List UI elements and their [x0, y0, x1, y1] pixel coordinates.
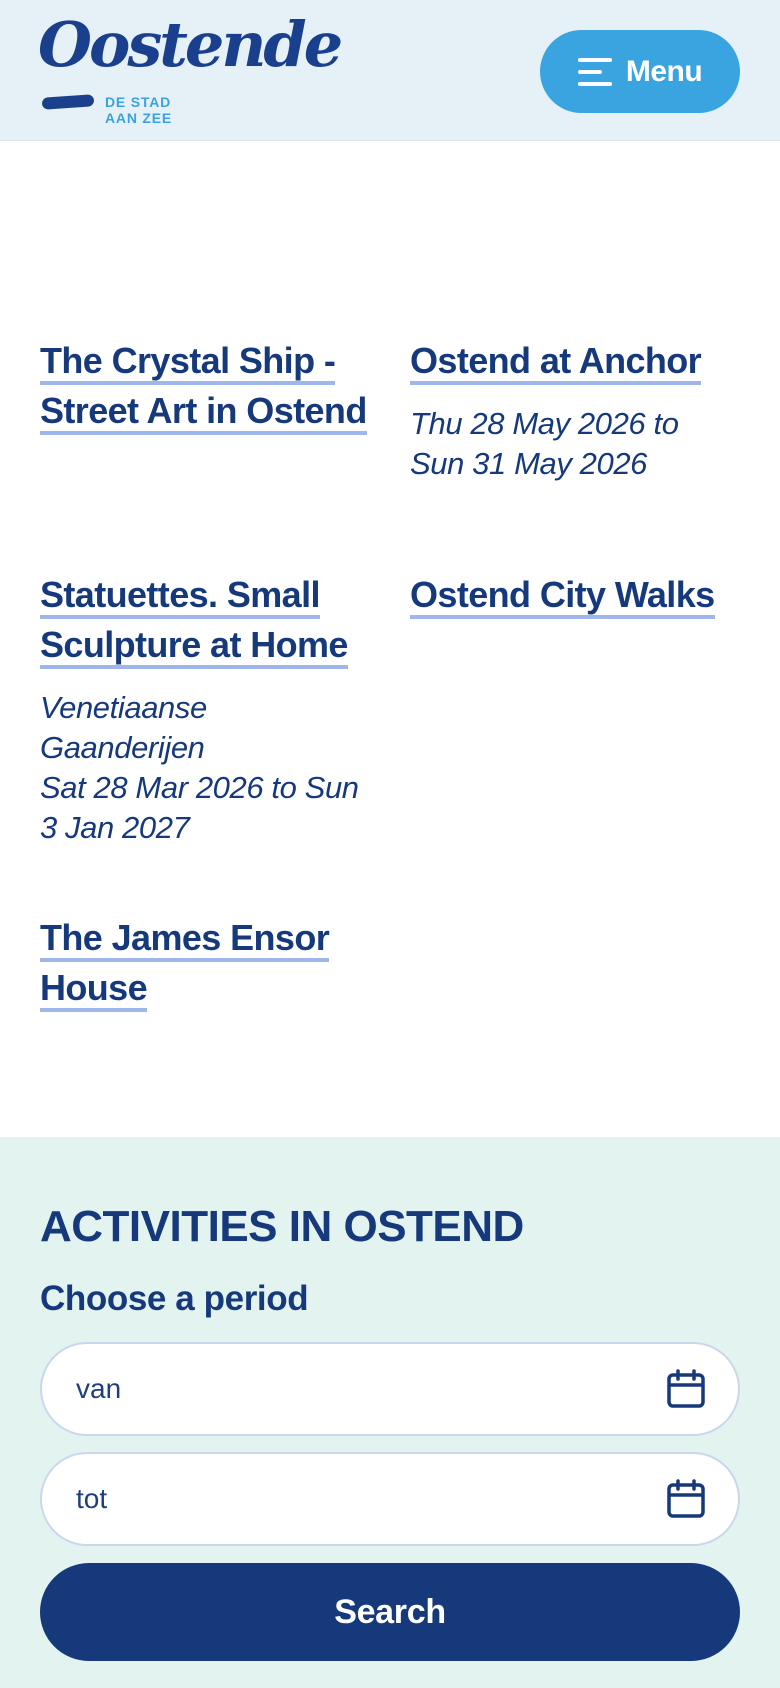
menu-button[interactable]: Menu — [540, 30, 740, 113]
event-card: Ostend at Anchor Thu 28 May 2026 to Sun … — [410, 336, 740, 484]
date-to-input[interactable] — [76, 1454, 636, 1544]
logo-tagline-line1: DE STAD — [105, 94, 172, 110]
event-card: Statuettes. Small Sculpture at Home Vene… — [40, 570, 370, 848]
search-button[interactable]: Search — [40, 1563, 740, 1661]
event-title-link[interactable]: The Crystal Ship - Street Art in Ostend — [40, 336, 370, 436]
menu-label: Menu — [625, 54, 703, 88]
event-date: Sat 28 Mar 2026 to Sun 3 Jan 2027 — [40, 770, 359, 845]
section-heading: ACTIVITIES IN OSTEND — [40, 1202, 524, 1251]
event-meta: Thu 28 May 2026 to Sun 31 May 2026 — [410, 404, 740, 484]
event-card: The James Ensor House — [40, 913, 370, 1013]
event-card: The Crystal Ship - Street Art in Ostend — [40, 336, 370, 436]
period-label: Choose a period — [40, 1279, 309, 1318]
date-from-field[interactable] — [40, 1342, 740, 1436]
calendar-icon[interactable] — [666, 1369, 706, 1409]
event-location: Venetiaanse Gaanderijen — [40, 690, 207, 765]
hamburger-icon — [577, 57, 612, 86]
event-title: Ostend City Walks — [410, 574, 715, 619]
logo-tagline-line2: AAN ZEE — [105, 110, 173, 126]
activities-search: ACTIVITIES IN OSTEND Choose a period Sea… — [0, 1137, 780, 1688]
event-title: Ostend at Anchor — [410, 340, 702, 385]
event-title: Statuettes. Small Sculpture at Home — [40, 574, 348, 669]
event-meta: Venetiaanse Gaanderijen Sat 28 Mar 2026 … — [40, 688, 370, 848]
event-title: The James Ensor House — [40, 917, 330, 1012]
site-header: Oostende DE STAD AAN ZEE Menu — [0, 0, 780, 141]
logo-wordmark: Oostende — [38, 8, 343, 81]
event-card: Ostend City Walks — [410, 570, 740, 620]
logo-swoosh — [41, 94, 95, 110]
date-to-field[interactable] — [40, 1452, 740, 1546]
event-title-link[interactable]: Ostend City Walks — [410, 570, 740, 620]
logo-tagline: DE STAD AAN ZEE — [105, 94, 172, 126]
date-from-input[interactable] — [76, 1344, 636, 1434]
calendar-icon[interactable] — [666, 1479, 706, 1519]
event-title-link[interactable]: The James Ensor House — [40, 913, 370, 1013]
event-title-link[interactable]: Statuettes. Small Sculpture at Home — [40, 570, 370, 670]
event-title: The Crystal Ship - Street Art in Ostend — [40, 340, 367, 435]
site-logo[interactable]: Oostende DE STAD AAN ZEE — [38, 14, 343, 127]
event-date: Thu 28 May 2026 to Sun 31 May 2026 — [410, 406, 679, 481]
event-title-link[interactable]: Ostend at Anchor — [410, 336, 740, 386]
